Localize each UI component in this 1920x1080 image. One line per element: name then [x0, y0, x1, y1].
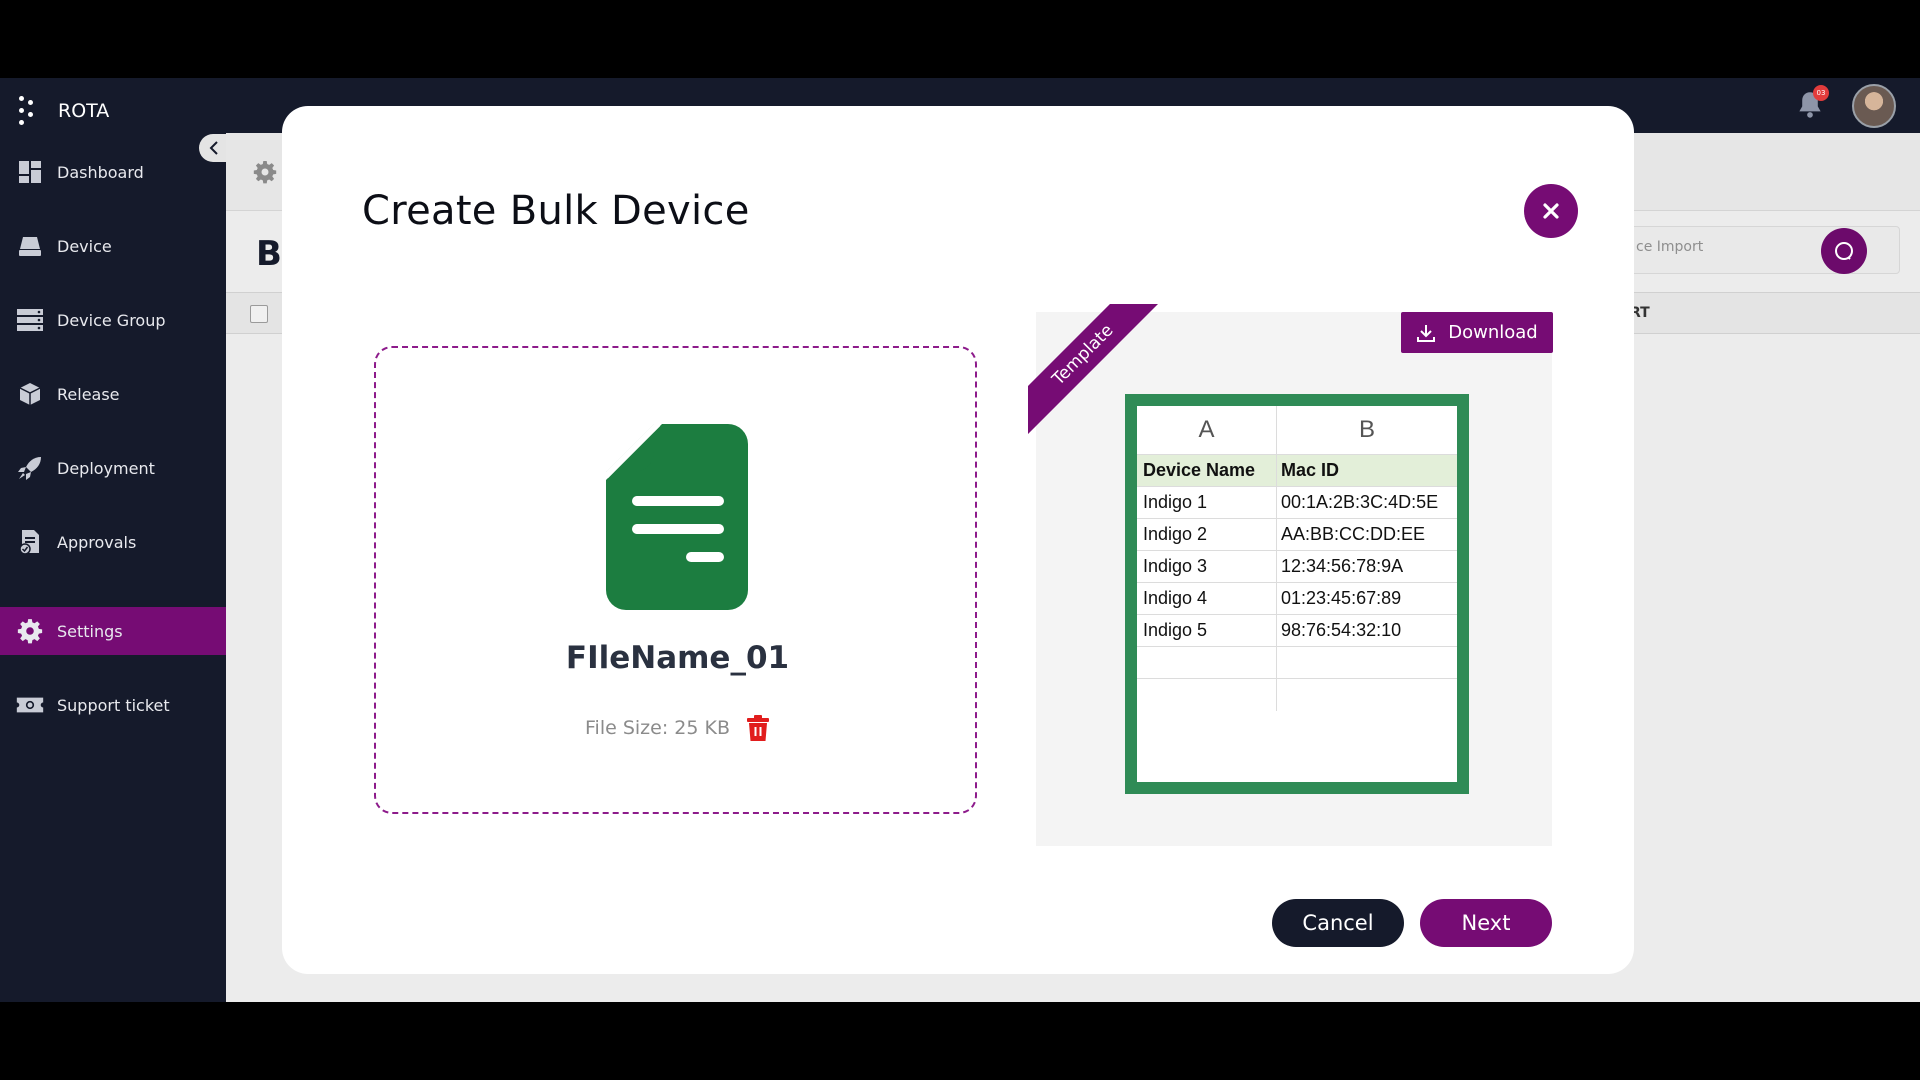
download-template-button[interactable]: Download	[1401, 312, 1553, 353]
select-all-checkbox[interactable]	[250, 305, 268, 323]
mac-id-cell	[1277, 647, 1457, 678]
header-gear-icon	[253, 160, 277, 188]
sidebar-item-label: Approvals	[57, 532, 137, 552]
page-title: B	[256, 234, 282, 274]
device-name-cell: Indigo 3	[1137, 551, 1277, 582]
sidebar-item-release[interactable]: Release	[0, 370, 226, 418]
column-letter-row: A B	[1137, 406, 1457, 455]
brand-logo-icon	[18, 96, 36, 126]
download-label: Download	[1448, 322, 1538, 343]
create-bulk-device-modal: Create Bulk Device FIleName_01 File Size…	[282, 106, 1634, 974]
table-row	[1137, 679, 1457, 711]
device-name-cell	[1137, 647, 1277, 678]
table-row	[1137, 647, 1457, 679]
search-icon	[1835, 242, 1853, 260]
template-spreadsheet: A B Device Name Mac ID Indigo 1 00:1A:2B…	[1125, 394, 1469, 794]
mac-id-cell: AA:BB:CC:DD:EE	[1281, 524, 1426, 544]
sidebar-item-label: Support ticket	[57, 695, 170, 715]
search-placeholder: ce Import	[1636, 239, 1704, 255]
download-icon	[1417, 324, 1436, 342]
file-drop-zone[interactable]: FIleName_01 File Size: 25 KB	[374, 346, 977, 814]
notification-badge: 03	[1813, 85, 1829, 101]
spreadsheet-header-row: Device Name Mac ID	[1137, 455, 1457, 487]
gear-icon	[16, 618, 44, 644]
sidebar-item-approvals[interactable]: Approvals	[0, 518, 226, 566]
search-button[interactable]	[1821, 228, 1867, 274]
template-preview-panel: Template Download A B Device Name Mac ID	[1028, 304, 1553, 846]
device-name-cell	[1137, 679, 1277, 711]
header-cell: Device Name	[1137, 455, 1277, 486]
device-name-cell: Indigo 5	[1137, 615, 1277, 646]
sidebar-item-device-group[interactable]: Device Group	[0, 296, 226, 344]
column-letter: A	[1137, 406, 1277, 454]
brand: ROTA	[18, 96, 109, 126]
document-file-icon	[603, 421, 748, 610]
column-letter: B	[1358, 416, 1375, 443]
file-size-row: File Size: 25 KB	[376, 714, 979, 742]
table-row: Indigo 2 AA:BB:CC:DD:EE	[1137, 519, 1457, 551]
sidebar-item-label: Device	[57, 236, 112, 256]
close-icon	[1543, 203, 1559, 219]
modal-title: Create Bulk Device	[362, 188, 750, 234]
sidebar-item-label: Deployment	[57, 458, 155, 478]
close-button[interactable]	[1524, 184, 1578, 238]
sidebar-collapse-button[interactable]	[199, 134, 229, 162]
device-name-cell: Indigo 4	[1137, 583, 1277, 614]
spreadsheet-grid: A B Device Name Mac ID Indigo 1 00:1A:2B…	[1137, 406, 1457, 782]
sidebar-item-dashboard[interactable]: Dashboard	[0, 148, 226, 196]
sidebar-item-label: Dashboard	[57, 162, 144, 182]
device-icon	[16, 233, 44, 259]
approvals-icon	[16, 529, 44, 555]
sidebar-item-label: Release	[57, 384, 120, 404]
file-size: File Size: 25 KB	[585, 717, 730, 739]
dashboard-icon	[16, 159, 44, 185]
mac-id-cell: 12:34:56:78:9A	[1281, 556, 1404, 576]
file-name: FIleName_01	[565, 640, 790, 676]
device-name-cell: Indigo 2	[1137, 519, 1277, 550]
table-row: Indigo 1 00:1A:2B:3C:4D:5E	[1137, 487, 1457, 519]
sidebar: Dashboard Device Device Group Release De…	[0, 133, 226, 1002]
sidebar-item-label: Settings	[57, 621, 123, 641]
rocket-icon	[16, 455, 44, 481]
sidebar-item-label: Device Group	[57, 310, 166, 330]
mac-id-cell: 01:23:45:67:89	[1281, 588, 1402, 608]
sidebar-item-device[interactable]: Device	[0, 222, 226, 270]
next-button[interactable]: Next	[1420, 899, 1552, 947]
app-name: ROTA	[58, 100, 110, 122]
mac-id-cell	[1277, 679, 1457, 711]
device-group-icon	[16, 307, 44, 333]
table-row: Indigo 5 98:76:54:32:10	[1137, 615, 1457, 647]
table-row: Indigo 3 12:34:56:78:9A	[1137, 551, 1457, 583]
user-avatar[interactable]	[1852, 84, 1896, 128]
trash-icon	[747, 715, 769, 741]
mac-id-cell: 98:76:54:32:10	[1281, 620, 1402, 640]
release-box-icon	[16, 381, 44, 407]
ticket-icon	[16, 692, 44, 718]
table-row: Indigo 4 01:23:45:67:89	[1137, 583, 1457, 615]
delete-file-button[interactable]	[746, 714, 770, 742]
sidebar-item-deployment[interactable]: Deployment	[0, 444, 226, 492]
header-cell: Mac ID	[1281, 460, 1340, 480]
chevron-left-icon	[209, 141, 218, 155]
device-name-cell: Indigo 1	[1137, 487, 1277, 518]
cancel-button[interactable]: Cancel	[1272, 899, 1404, 947]
sidebar-item-settings[interactable]: Settings	[0, 607, 226, 655]
sidebar-item-support-ticket[interactable]: Support ticket	[0, 681, 226, 729]
app-window: ROTA 03 Dashboard Device Device Group Re…	[0, 78, 1920, 1002]
mac-id-cell: 00:1A:2B:3C:4D:5E	[1281, 492, 1439, 512]
